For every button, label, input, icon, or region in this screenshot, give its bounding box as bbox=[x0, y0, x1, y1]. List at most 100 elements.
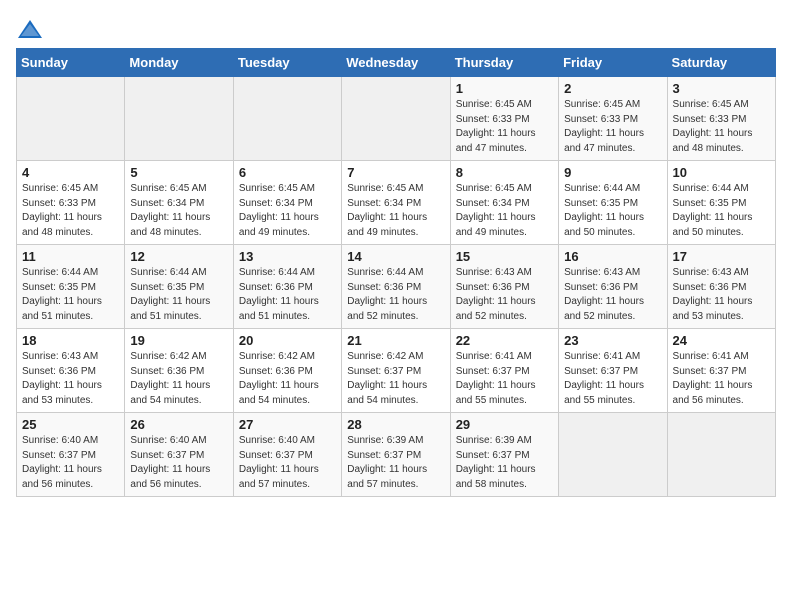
day-header-thursday: Thursday bbox=[450, 49, 558, 77]
day-number: 2 bbox=[564, 81, 661, 96]
day-info: Sunrise: 6:44 AM Sunset: 6:35 PM Dayligh… bbox=[22, 266, 119, 324]
calendar-cell bbox=[125, 77, 233, 161]
calendar-cell: 24 Sunrise: 6:41 AM Sunset: 6:37 PM Dayli… bbox=[667, 329, 775, 413]
week-row-4: 18Sunrise: 6:43 AM Sunset: 6:36 PM Dayli… bbox=[17, 329, 776, 413]
calendar-cell: 8Sunrise: 6:45 AM Sunset: 6:34 PM Daylig… bbox=[450, 161, 558, 245]
day-info: Sunrise: 6:41 AM Sunset: 6:37 PM Dayligh… bbox=[673, 350, 770, 408]
day-header-row: SundayMondayTuesdayWednesdayThursdayFrid… bbox=[17, 49, 776, 77]
calendar-cell: 11 Sunrise: 6:44 AM Sunset: 6:35 PM Dayli… bbox=[17, 245, 125, 329]
day-number: 12 bbox=[130, 249, 227, 264]
calendar-cell: 2Sunrise: 6:45 AM Sunset: 6:33 PM Daylig… bbox=[559, 77, 667, 161]
day-info: Sunrise: 6:42 AM Sunset: 6:36 PM Dayligh… bbox=[130, 350, 227, 408]
calendar-cell: 10 Sunrise: 6:44 AM Sunset: 6:35 PM Dayli… bbox=[667, 161, 775, 245]
day-info: Sunrise: 6:43 AM Sunset: 6:36 PM Dayligh… bbox=[564, 266, 661, 324]
week-row-1: 1 Sunrise: 6:45 AM Sunset: 6:33 PM Daylig… bbox=[17, 77, 776, 161]
day-info: Sunrise: 6:43 AM Sunset: 6:36 PM Dayligh… bbox=[22, 350, 119, 408]
day-header-sunday: Sunday bbox=[17, 49, 125, 77]
day-info: Sunrise: 6:44 AM Sunset: 6:36 PM Dayligh… bbox=[347, 266, 444, 324]
calendar-cell bbox=[559, 413, 667, 497]
calendar-cell bbox=[233, 77, 341, 161]
calendar-cell: 12 Sunrise: 6:44 AM Sunset: 6:35 PM Dayli… bbox=[125, 245, 233, 329]
day-number: 7 bbox=[347, 165, 444, 180]
week-row-5: 25 Sunrise: 6:40 AM Sunset: 6:37 PM Dayli… bbox=[17, 413, 776, 497]
calendar-cell: 1 Sunrise: 6:45 AM Sunset: 6:33 PM Daylig… bbox=[450, 77, 558, 161]
calendar-cell: 18Sunrise: 6:43 AM Sunset: 6:36 PM Dayli… bbox=[17, 329, 125, 413]
calendar-cell: 5 Sunrise: 6:45 AM Sunset: 6:34 PM Daylig… bbox=[125, 161, 233, 245]
calendar-cell: 14 Sunrise: 6:44 AM Sunset: 6:36 PM Dayli… bbox=[342, 245, 450, 329]
calendar-cell: 4 Sunrise: 6:45 AM Sunset: 6:33 PM Daylig… bbox=[17, 161, 125, 245]
calendar-cell: 26Sunrise: 6:40 AM Sunset: 6:37 PM Dayli… bbox=[125, 413, 233, 497]
day-info: Sunrise: 6:45 AM Sunset: 6:33 PM Dayligh… bbox=[673, 98, 770, 156]
week-row-2: 4 Sunrise: 6:45 AM Sunset: 6:33 PM Daylig… bbox=[17, 161, 776, 245]
day-number: 19 bbox=[130, 333, 227, 348]
day-number: 26 bbox=[130, 417, 227, 432]
day-header-monday: Monday bbox=[125, 49, 233, 77]
day-number: 6 bbox=[239, 165, 336, 180]
calendar-cell: 27 Sunrise: 6:40 AM Sunset: 6:37 PM Dayli… bbox=[233, 413, 341, 497]
day-number: 10 bbox=[673, 165, 770, 180]
day-info: Sunrise: 6:45 AM Sunset: 6:34 PM Dayligh… bbox=[239, 182, 336, 240]
day-info: Sunrise: 6:39 AM Sunset: 6:37 PM Dayligh… bbox=[456, 434, 553, 492]
calendar-cell: 22 Sunrise: 6:41 AM Sunset: 6:37 PM Dayli… bbox=[450, 329, 558, 413]
calendar-cell: 6 Sunrise: 6:45 AM Sunset: 6:34 PM Daylig… bbox=[233, 161, 341, 245]
day-info: Sunrise: 6:43 AM Sunset: 6:36 PM Dayligh… bbox=[456, 266, 553, 324]
logo-icon bbox=[16, 16, 44, 44]
calendar-cell: 16 Sunrise: 6:43 AM Sunset: 6:36 PM Dayli… bbox=[559, 245, 667, 329]
day-number: 3 bbox=[673, 81, 770, 96]
calendar-cell bbox=[342, 77, 450, 161]
day-info: Sunrise: 6:41 AM Sunset: 6:37 PM Dayligh… bbox=[564, 350, 661, 408]
calendar-cell: 17 Sunrise: 6:43 AM Sunset: 6:36 PM Dayli… bbox=[667, 245, 775, 329]
day-info: Sunrise: 6:40 AM Sunset: 6:37 PM Dayligh… bbox=[22, 434, 119, 492]
day-header-friday: Friday bbox=[559, 49, 667, 77]
day-number: 25 bbox=[22, 417, 119, 432]
day-number: 5 bbox=[130, 165, 227, 180]
calendar-cell: 9Sunrise: 6:44 AM Sunset: 6:35 PM Daylig… bbox=[559, 161, 667, 245]
calendar-cell bbox=[667, 413, 775, 497]
day-number: 28 bbox=[347, 417, 444, 432]
logo bbox=[16, 16, 46, 44]
day-number: 24 bbox=[673, 333, 770, 348]
day-info: Sunrise: 6:42 AM Sunset: 6:36 PM Dayligh… bbox=[239, 350, 336, 408]
day-number: 8 bbox=[456, 165, 553, 180]
day-info: Sunrise: 6:43 AM Sunset: 6:36 PM Dayligh… bbox=[673, 266, 770, 324]
day-number: 22 bbox=[456, 333, 553, 348]
calendar-cell: 25 Sunrise: 6:40 AM Sunset: 6:37 PM Dayli… bbox=[17, 413, 125, 497]
day-number: 11 bbox=[22, 249, 119, 264]
day-number: 17 bbox=[673, 249, 770, 264]
day-header-tuesday: Tuesday bbox=[233, 49, 341, 77]
day-info: Sunrise: 6:42 AM Sunset: 6:37 PM Dayligh… bbox=[347, 350, 444, 408]
calendar-cell: 20 Sunrise: 6:42 AM Sunset: 6:36 PM Dayli… bbox=[233, 329, 341, 413]
day-number: 27 bbox=[239, 417, 336, 432]
calendar-table: SundayMondayTuesdayWednesdayThursdayFrid… bbox=[16, 48, 776, 497]
day-info: Sunrise: 6:44 AM Sunset: 6:35 PM Dayligh… bbox=[673, 182, 770, 240]
page-header bbox=[16, 16, 776, 44]
day-info: Sunrise: 6:45 AM Sunset: 6:33 PM Dayligh… bbox=[22, 182, 119, 240]
day-info: Sunrise: 6:44 AM Sunset: 6:36 PM Dayligh… bbox=[239, 266, 336, 324]
day-info: Sunrise: 6:45 AM Sunset: 6:33 PM Dayligh… bbox=[456, 98, 553, 156]
day-number: 9 bbox=[564, 165, 661, 180]
calendar-cell: 23Sunrise: 6:41 AM Sunset: 6:37 PM Dayli… bbox=[559, 329, 667, 413]
calendar-cell: 21 Sunrise: 6:42 AM Sunset: 6:37 PM Dayli… bbox=[342, 329, 450, 413]
calendar-cell: 29 Sunrise: 6:39 AM Sunset: 6:37 PM Dayli… bbox=[450, 413, 558, 497]
day-number: 29 bbox=[456, 417, 553, 432]
day-number: 1 bbox=[456, 81, 553, 96]
day-header-wednesday: Wednesday bbox=[342, 49, 450, 77]
day-number: 13 bbox=[239, 249, 336, 264]
calendar-cell: 28 Sunrise: 6:39 AM Sunset: 6:37 PM Dayli… bbox=[342, 413, 450, 497]
day-info: Sunrise: 6:45 AM Sunset: 6:34 PM Dayligh… bbox=[130, 182, 227, 240]
day-info: Sunrise: 6:40 AM Sunset: 6:37 PM Dayligh… bbox=[239, 434, 336, 492]
day-info: Sunrise: 6:41 AM Sunset: 6:37 PM Dayligh… bbox=[456, 350, 553, 408]
day-number: 15 bbox=[456, 249, 553, 264]
calendar-cell bbox=[17, 77, 125, 161]
day-number: 14 bbox=[347, 249, 444, 264]
day-info: Sunrise: 6:45 AM Sunset: 6:34 PM Dayligh… bbox=[347, 182, 444, 240]
day-info: Sunrise: 6:39 AM Sunset: 6:37 PM Dayligh… bbox=[347, 434, 444, 492]
day-number: 21 bbox=[347, 333, 444, 348]
week-row-3: 11 Sunrise: 6:44 AM Sunset: 6:35 PM Dayli… bbox=[17, 245, 776, 329]
day-number: 4 bbox=[22, 165, 119, 180]
day-number: 16 bbox=[564, 249, 661, 264]
calendar-cell: 15 Sunrise: 6:43 AM Sunset: 6:36 PM Dayli… bbox=[450, 245, 558, 329]
day-info: Sunrise: 6:44 AM Sunset: 6:35 PM Dayligh… bbox=[130, 266, 227, 324]
day-number: 20 bbox=[239, 333, 336, 348]
calendar-cell: 13 Sunrise: 6:44 AM Sunset: 6:36 PM Dayli… bbox=[233, 245, 341, 329]
